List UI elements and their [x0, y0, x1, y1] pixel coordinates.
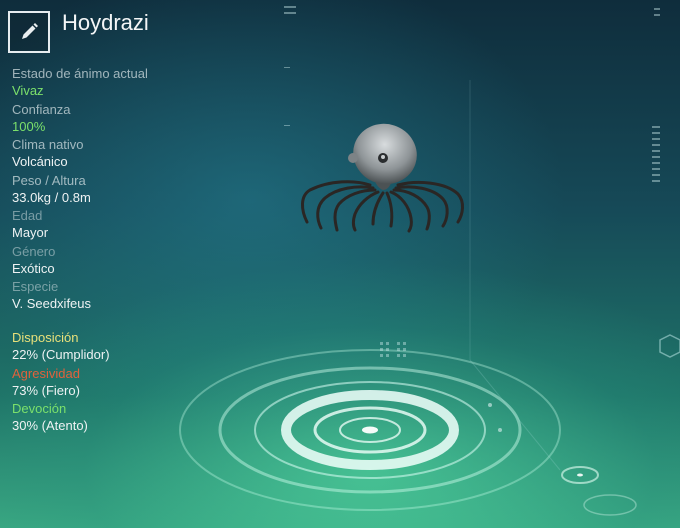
creature-stats: Estado de ánimo actual Vivaz Confianza 1… — [12, 66, 212, 315]
stat-label: Clima nativo — [12, 137, 84, 152]
stat-value: Volcánico — [12, 154, 68, 169]
creature-name: Hoydrazi — [62, 10, 149, 35]
rename-button[interactable] — [8, 11, 50, 53]
trait-aggression: Agresividad 73% (Fiero) — [12, 366, 232, 402]
stat-label: Peso / Altura — [12, 172, 86, 188]
creature-traits: Disposición 22% (Cumplidor) Agresividad … — [12, 330, 232, 437]
trait-label: Devoción — [12, 401, 67, 416]
trait-disposition: Disposición 22% (Cumplidor) — [12, 330, 232, 366]
stat-weight-height: Peso / Altura 33.0kg / 0.8m — [12, 173, 212, 209]
trait-value: 30% (Atento) — [12, 418, 88, 433]
stat-label: Estado de ánimo actual — [12, 66, 148, 81]
stat-value: 33.0kg / 0.8m — [12, 189, 91, 205]
pencil-icon — [22, 23, 38, 39]
stat-value: 100% — [12, 118, 46, 134]
stat-value: Mayor — [12, 225, 49, 240]
trait-devotion: Devoción 30% (Atento) — [12, 401, 232, 437]
stat-value: Exótico — [12, 260, 55, 276]
stat-label: Género — [12, 243, 56, 259]
stat-climate: Clima nativo Volcánico — [12, 137, 212, 173]
creature-header: Hoydrazi — [8, 9, 149, 55]
stat-species: Especie V. Seedxifeus — [12, 279, 212, 315]
stat-label: Confianza — [12, 101, 71, 117]
stat-label: Edad — [12, 208, 43, 223]
trait-value: 73% (Fiero) — [12, 382, 80, 398]
trait-label: Agresividad — [12, 365, 80, 381]
stat-gender: Género Exótico — [12, 244, 212, 280]
stat-trust: Confianza 100% — [12, 102, 212, 138]
stat-label: Especie — [12, 279, 59, 294]
stat-age: Edad Mayor — [12, 208, 212, 244]
creature-model[interactable] — [295, 110, 475, 240]
trait-label: Disposición — [12, 330, 79, 345]
stat-value: V. Seedxifeus — [12, 296, 92, 311]
stat-mood: Estado de ánimo actual Vivaz — [12, 66, 212, 102]
trait-value: 22% (Cumplidor) — [12, 347, 110, 362]
stat-value: Vivaz — [12, 83, 44, 98]
